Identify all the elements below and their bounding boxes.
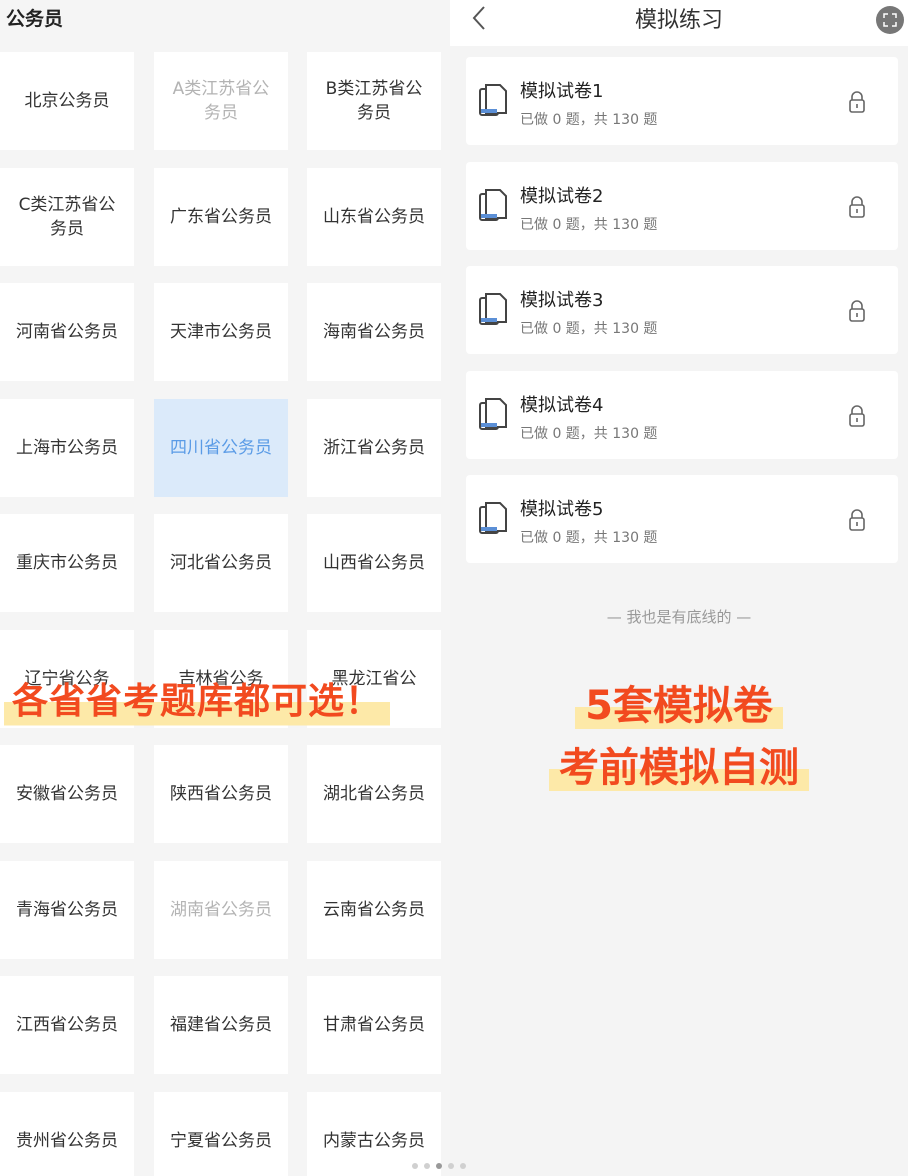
province-item[interactable]: 湖北省公务员 <box>307 745 441 843</box>
province-label: 山西省公务员 <box>323 553 425 573</box>
province-item[interactable]: 河南省公务员 <box>0 283 134 381</box>
lock-icon <box>849 195 865 218</box>
province-item[interactable]: 安徽省公务员 <box>0 745 134 843</box>
promo-line-2: 考前模拟自测 <box>450 742 908 794</box>
province-item[interactable]: 上海市公务员 <box>0 399 134 497</box>
province-label: C类江苏省公务员 <box>18 195 116 239</box>
province-label: 贵州省公务员 <box>16 1131 118 1151</box>
province-label: 广东省公务员 <box>170 207 272 227</box>
list-end-text: — 我也是有底线的 — <box>606 608 752 626</box>
mock-exam-panel: 模拟练习 模拟试卷1 已做 0 题，共 130 题模拟试卷2 已做 0 题，共 13… <box>450 0 908 1176</box>
province-label: 山东省公务员 <box>323 207 425 227</box>
page-dot[interactable] <box>448 1163 454 1169</box>
page-title: 模拟练习 <box>634 8 723 33</box>
document-icon <box>479 84 507 116</box>
expand-icon[interactable] <box>876 6 904 34</box>
promo-text-2: 考前模拟自测 <box>549 742 809 794</box>
province-label: 湖北省公务员 <box>323 784 425 804</box>
province-label: 安徽省公务员 <box>16 784 118 804</box>
province-label: 福建省公务员 <box>170 1015 272 1035</box>
province-item[interactable]: 陕西省公务员 <box>154 745 288 843</box>
paper-item[interactable]: 模拟试卷5 已做 0 题，共 130 题 <box>466 475 898 563</box>
province-label: 云南省公务员 <box>323 900 425 920</box>
province-label: 四川省公务员 <box>170 438 272 458</box>
province-item[interactable]: 青海省公务员 <box>0 861 134 959</box>
province-label: 陕西省公务员 <box>170 784 272 804</box>
promo-line-1: 5套模拟卷 <box>450 680 908 732</box>
paper-title: 模拟试卷4 <box>520 394 604 416</box>
province-label: 内蒙古公务员 <box>323 1131 425 1151</box>
nav-bar: 模拟练习 <box>450 0 908 46</box>
province-label: 湖南省公务员 <box>170 900 272 920</box>
document-icon <box>479 397 507 430</box>
document-icon <box>479 502 507 534</box>
province-label: 重庆市公务员 <box>16 553 118 573</box>
paper-item[interactable]: 模拟试卷2 已做 0 题，共 130 题 <box>466 161 898 250</box>
paper-progress: 已做 0 题，共 130 题 <box>520 530 658 546</box>
province-label: 甘肃省公务员 <box>323 1015 425 1035</box>
document-icon <box>479 188 507 221</box>
province-item[interactable]: 浙江省公务员 <box>307 399 441 497</box>
promo-text-1: 5套模拟卷 <box>575 680 783 732</box>
province-label: B类江苏省公务员 <box>325 79 423 123</box>
province-item[interactable]: 福建省公务员 <box>154 976 288 1074</box>
paper-progress: 已做 0 题，共 130 题 <box>520 321 658 337</box>
province-item[interactable]: 山东省公务员 <box>307 168 441 266</box>
paper-title: 模拟试卷5 <box>520 499 604 520</box>
paper-progress: 已做 0 题，共 130 题 <box>520 216 658 233</box>
page-dot[interactable] <box>460 1163 466 1169</box>
page-dot[interactable] <box>412 1163 418 1169</box>
lock-icon <box>849 300 865 322</box>
paper-progress: 已做 0 题，共 130 题 <box>520 425 658 442</box>
province-label: 北京公务员 <box>24 91 110 111</box>
province-item[interactable]: B类江苏省公务员 <box>307 52 441 150</box>
province-item[interactable]: 北京公务员 <box>0 52 134 150</box>
paper-progress: 已做 0 题，共 130 题 <box>520 112 658 128</box>
province-item[interactable]: 江西省公务员 <box>0 976 134 1074</box>
paper-item[interactable]: 模拟试卷1 已做 0 题，共 130 题 <box>466 57 898 145</box>
promo-banner-left: 各省省考题库都可选！ <box>4 672 391 730</box>
province-item[interactable]: 宁夏省公务员 <box>154 1092 288 1176</box>
province-label: 海南省公务员 <box>323 322 425 342</box>
lock-icon <box>849 91 865 113</box>
province-item[interactable]: 山西省公务员 <box>307 514 441 612</box>
paper-item[interactable]: 模拟试卷3 已做 0 题，共 130 题 <box>466 266 898 354</box>
province-item[interactable]: C类江苏省公务员 <box>0 168 134 266</box>
province-label: 河北省公务员 <box>170 553 272 573</box>
province-label: 河南省公务员 <box>16 322 118 342</box>
province-item[interactable]: 湖南省公务员 <box>154 861 288 959</box>
paper-title: 模拟试卷3 <box>520 290 604 311</box>
province-item[interactable]: 四川省公务员 <box>154 399 288 497</box>
paper-title: 模拟试卷2 <box>520 185 604 207</box>
section-title: 公务员 <box>6 8 64 30</box>
province-item[interactable]: A类江苏省公务员 <box>154 52 288 150</box>
province-label: 浙江省公务员 <box>323 438 425 458</box>
province-item[interactable]: 贵州省公务员 <box>0 1092 134 1176</box>
province-label: A类江苏省公务员 <box>172 79 270 123</box>
province-item[interactable]: 甘肃省公务员 <box>307 976 441 1074</box>
page-indicator <box>412 1163 466 1169</box>
province-item[interactable]: 天津市公务员 <box>154 283 288 381</box>
province-item[interactable]: 海南省公务员 <box>307 283 441 381</box>
paper-title: 模拟试卷1 <box>520 81 604 102</box>
province-item[interactable]: 云南省公务员 <box>307 861 441 959</box>
page-dot[interactable] <box>436 1163 442 1169</box>
province-label: 青海省公务员 <box>16 900 118 920</box>
document-icon <box>479 293 507 325</box>
province-label: 江西省公务员 <box>16 1015 118 1035</box>
paper-item[interactable]: 模拟试卷4 已做 0 题，共 130 题 <box>466 370 898 459</box>
province-label: 上海市公务员 <box>16 438 118 458</box>
province-panel: 公务员 北京公务员 A类江苏省公务员 B类江苏省公务员 C类江苏省公务员 广东省公务员山… <box>0 0 450 1176</box>
province-item[interactable]: 重庆市公务员 <box>0 514 134 612</box>
province-item[interactable]: 广东省公务员 <box>154 168 288 266</box>
lock-icon <box>849 509 865 531</box>
page-dot[interactable] <box>424 1163 430 1169</box>
province-label: 宁夏省公务员 <box>170 1131 272 1151</box>
province-item[interactable]: 河北省公务员 <box>154 514 288 612</box>
province-label: 天津市公务员 <box>170 322 272 342</box>
lock-icon <box>849 404 865 427</box>
